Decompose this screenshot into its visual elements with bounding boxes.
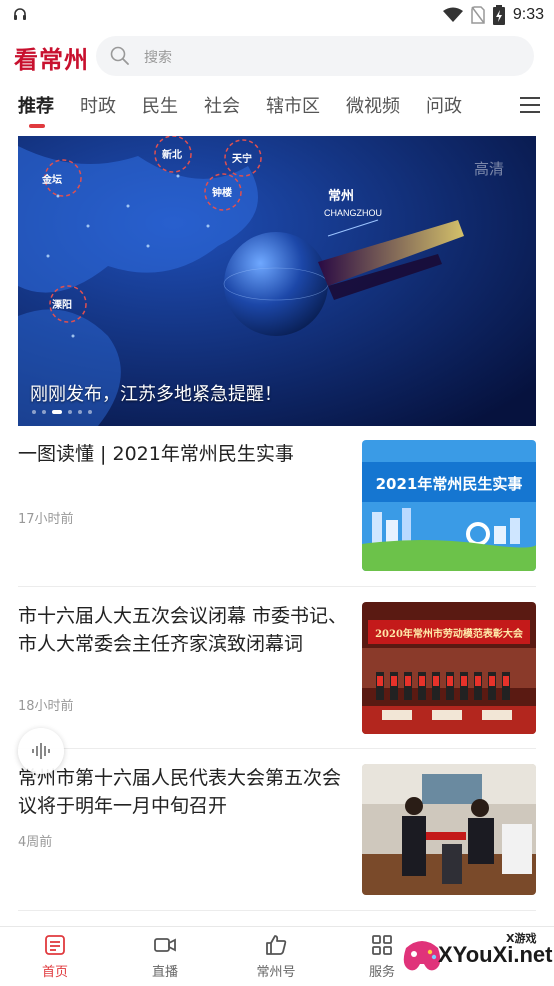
news-time: 18小时前 [18, 699, 74, 714]
tab-micro-video[interactable]: 微视频 [346, 92, 400, 118]
thumb-caption: 2021年常州民生实事 [376, 475, 523, 493]
grid-icon [372, 935, 392, 955]
nav-home[interactable]: 首页 [15, 933, 95, 980]
watermark-small-text: X游戏 [506, 932, 537, 945]
tab-inquiry[interactable]: 问政 [426, 92, 462, 118]
carousel-dot[interactable] [42, 410, 46, 414]
headphones-icon [14, 8, 26, 20]
news-time: 17小时前 [18, 512, 74, 527]
divider [18, 910, 536, 911]
thumb-caption: 2020年常州市劳动模范表彰大会 [375, 627, 523, 640]
carousel-dot[interactable] [88, 410, 92, 414]
sound-wave-icon [32, 743, 50, 759]
divider [18, 586, 536, 587]
channel-tabs: 推荐 时政 民生 社会 辖市区 微视频 问政 [0, 84, 554, 130]
hero-banner[interactable]: 常州 CHANGZHOU 金坛 溧阳 天宁 钟楼 新北 高清 刚刚发布，江苏多地… [18, 136, 536, 426]
carousel-dot[interactable] [68, 410, 72, 414]
news-title: 一图读懂 | 2021年常州民生实事 [18, 443, 294, 465]
carousel-dot[interactable] [32, 410, 36, 414]
status-bar: 9:33 [0, 0, 554, 30]
news-icon [45, 935, 65, 955]
tab-livelihood[interactable]: 民生 [142, 92, 178, 118]
carousel-dots [32, 410, 92, 414]
thumbs-up-icon [266, 935, 287, 955]
nav-live[interactable]: 直播 [125, 933, 205, 980]
menu-icon[interactable] [520, 96, 540, 114]
tab-recommend[interactable]: 推荐 [18, 92, 54, 118]
news-thumbnail [362, 764, 536, 895]
battery-icon [492, 5, 505, 25]
carousel-dot[interactable] [78, 410, 82, 414]
nav-changzhou-account[interactable]: 常州号 [236, 933, 316, 980]
divider [18, 748, 536, 749]
hd-badge: 高清 [473, 160, 504, 178]
search-input[interactable]: 搜索 [96, 36, 534, 76]
nav-label: 常州号 [256, 965, 296, 980]
news-time: 4周前 [18, 835, 53, 850]
video-camera-icon [154, 938, 176, 952]
voice-broadcast-button[interactable] [18, 728, 64, 774]
news-title: 市十六届人大五次会议闭幕 市委书记、市人大常委会主任齐家滨致闭幕词 [18, 605, 348, 655]
tab-districts[interactable]: 辖市区 [266, 92, 320, 118]
search-icon [110, 46, 129, 65]
wifi-icon [442, 7, 463, 22]
app-header: 看常州 搜索 [0, 34, 554, 78]
nav-label: 直播 [151, 965, 178, 980]
news-thumbnail: 2020年常州市劳动模范表彰大会 [362, 602, 536, 734]
news-item[interactable]: 常州市第十六届人民代表大会第五次会议将于明年一月中旬召开 4周前 [18, 764, 536, 896]
active-tab-indicator [29, 124, 45, 128]
tab-society[interactable]: 社会 [204, 92, 240, 118]
banner-caption: 刚刚发布，江苏多地紧急提醒！ [30, 384, 282, 405]
search-placeholder: 搜索 [144, 50, 172, 66]
news-thumbnail: 2021年常州民生实事 [362, 440, 536, 571]
news-title: 常州市第十六届人民代表大会第五次会议将于明年一月中旬召开 [18, 767, 342, 817]
news-item[interactable]: 一图读懂 | 2021年常州民生实事 17小时前 2021年常州民生实事 [18, 440, 536, 572]
tab-politics[interactable]: 时政 [80, 92, 116, 118]
app-logo[interactable]: 看常州 [14, 40, 89, 75]
no-sim-icon [471, 6, 485, 24]
news-item[interactable]: 市十六届人大五次会议闭幕 市委书记、市人大常委会主任齐家滨致闭幕词 18小时前 … [18, 602, 536, 734]
status-time: 9:33 [512, 6, 544, 23]
watermark: XYouXi.net X游戏 [398, 928, 553, 984]
carousel-dot[interactable] [52, 410, 62, 414]
nav-label: 首页 [41, 965, 68, 980]
